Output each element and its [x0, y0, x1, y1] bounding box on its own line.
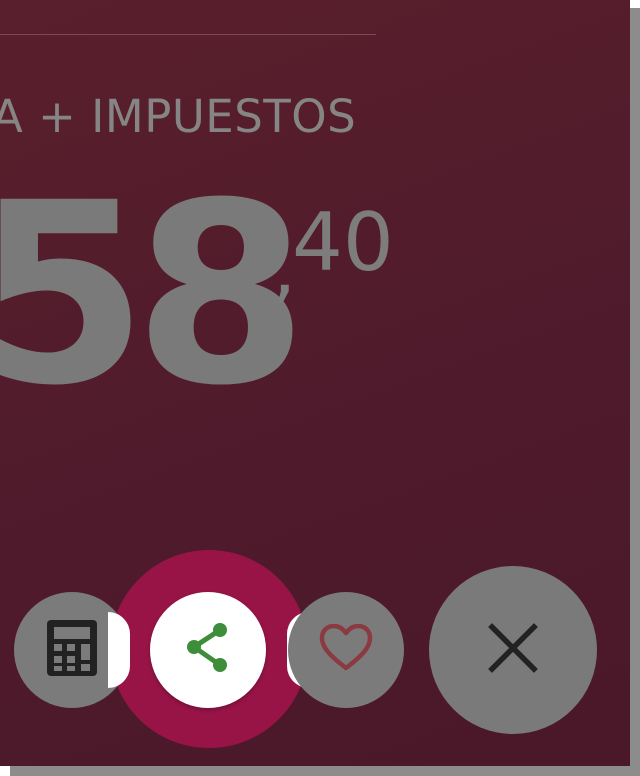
price-screen: A + IMPUESTOS 58 , 40: [0, 0, 640, 776]
close-icon: [488, 623, 538, 677]
share-button[interactable]: [150, 592, 266, 708]
panel-shadow-right: [630, 8, 640, 776]
heart-icon: [319, 623, 373, 676]
calculator-button-edge: [108, 612, 130, 688]
divider: [0, 34, 376, 35]
price-integer: 58: [0, 149, 308, 440]
share-icon: [184, 622, 232, 678]
close-button[interactable]: [429, 566, 597, 734]
tax-label: A + IMPUESTOS: [0, 90, 357, 143]
calculator-icon: [45, 618, 99, 682]
price-decimal: 40: [292, 196, 394, 289]
panel-shadow-bottom: [10, 766, 640, 776]
favorite-button[interactable]: [288, 592, 404, 708]
